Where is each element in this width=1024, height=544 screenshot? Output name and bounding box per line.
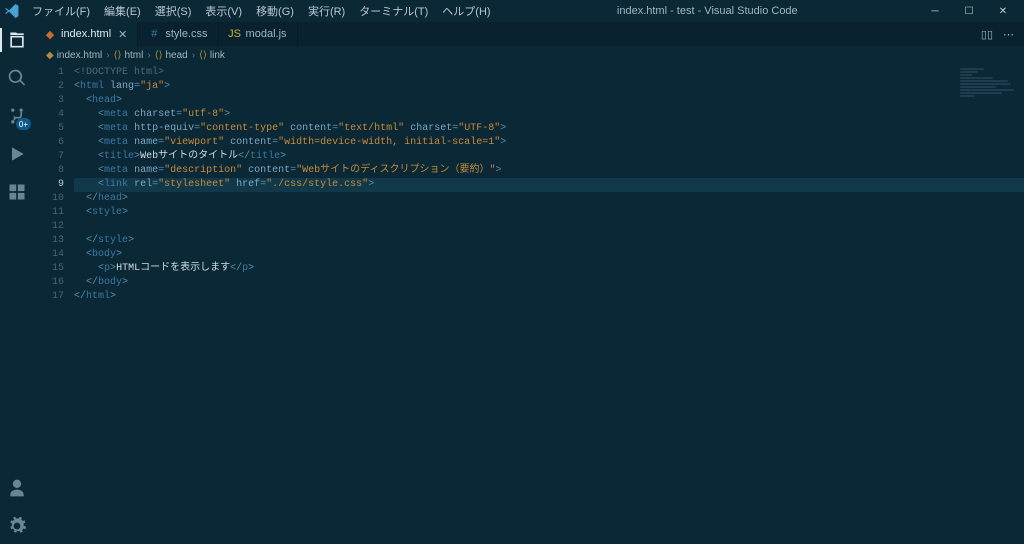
line-number: 16 (34, 276, 64, 290)
tag-icon: ⟨⟩ (155, 50, 163, 61)
tab-modal-js[interactable]: JS modal.js (219, 22, 298, 46)
code-line[interactable]: <title>Webサイトのタイトル</title> (74, 150, 1024, 164)
tab-label: modal.js (246, 28, 287, 40)
run-debug-icon[interactable] (5, 142, 29, 166)
minimize-button[interactable]: ─ (918, 0, 952, 22)
line-number: 15 (34, 262, 64, 276)
split-editor-icon[interactable]: ▯▯ (981, 28, 993, 41)
code-line[interactable]: <p>HTMLコードを表示します</p> (74, 262, 1024, 276)
line-number: 11 (34, 206, 64, 220)
tab-style-css[interactable]: # style.css (138, 22, 218, 46)
code-line[interactable]: <html lang="ja"> (74, 80, 1024, 94)
line-number: 9 (34, 178, 64, 192)
code-line[interactable]: </head> (74, 192, 1024, 206)
more-actions-icon[interactable]: ⋯ (1003, 28, 1014, 41)
html-file-icon: ◆ (44, 28, 56, 40)
search-icon[interactable] (5, 66, 29, 90)
tab-label: index.html (61, 28, 111, 40)
code-line[interactable]: <!DOCTYPE html> (74, 66, 1024, 80)
code-line[interactable]: <meta charset="utf-8"> (74, 108, 1024, 122)
code-line[interactable]: <meta http-equiv="content-type" content=… (74, 122, 1024, 136)
chevron-right-icon: › (192, 50, 195, 61)
editor-group: ◆ index.html ✕ # style.css JS modal.js ▯… (34, 22, 1024, 544)
line-number: 1 (34, 66, 64, 80)
tag-icon: ⟨⟩ (114, 50, 122, 61)
source-control-icon[interactable]: 0+ (5, 104, 29, 128)
vscode-logo-icon (4, 3, 20, 19)
close-tab-icon[interactable]: ✕ (118, 28, 127, 41)
chevron-right-icon: › (147, 50, 150, 61)
line-number: 14 (34, 248, 64, 262)
code-line[interactable] (74, 220, 1024, 234)
chevron-right-icon: › (106, 50, 109, 61)
line-number: 3 (34, 94, 64, 108)
code-line[interactable]: <style> (74, 206, 1024, 220)
tab-bar: ◆ index.html ✕ # style.css JS modal.js ▯… (34, 22, 1024, 46)
code-line[interactable]: <head> (74, 94, 1024, 108)
tab-index-html[interactable]: ◆ index.html ✕ (34, 22, 138, 46)
crumb-link[interactable]: ⟨⟩ link (199, 50, 225, 61)
code-lines[interactable]: <!DOCTYPE html><html lang="ja"> <head> <… (74, 64, 1024, 544)
js-file-icon: JS (229, 28, 241, 40)
crumb-html[interactable]: ⟨⟩ html (114, 50, 144, 61)
code-line[interactable]: <body> (74, 248, 1024, 262)
window-title: index.html - test - Visual Studio Code (497, 5, 918, 17)
menu-run[interactable]: 実行(R) (302, 1, 351, 21)
code-line[interactable]: <meta name="description" content="Webサイト… (74, 164, 1024, 178)
code-line[interactable]: </html> (74, 290, 1024, 304)
accounts-icon[interactable] (5, 476, 29, 500)
explorer-icon[interactable] (5, 28, 29, 52)
line-number-gutter: 1234567891011121314151617 (34, 64, 74, 544)
gear-icon[interactable] (5, 514, 29, 538)
menu-bar: ファイル(F) 編集(E) 選択(S) 表示(V) 移動(G) 実行(R) ター… (26, 1, 497, 21)
code-line[interactable]: </body> (74, 276, 1024, 290)
window-controls: ─ ☐ ✕ (918, 0, 1020, 22)
tab-actions: ▯▯ ⋯ (971, 22, 1024, 46)
menu-selection[interactable]: 選択(S) (149, 1, 198, 21)
scm-badge: 0+ (16, 118, 31, 130)
crumb-file[interactable]: ◆ index.html (46, 50, 102, 61)
menu-go[interactable]: 移動(G) (250, 1, 300, 21)
code-line[interactable]: <link rel="stylesheet" href="./css/style… (74, 178, 1024, 192)
title-bar: ファイル(F) 編集(E) 選択(S) 表示(V) 移動(G) 実行(R) ター… (0, 0, 1024, 22)
menu-terminal[interactable]: ターミナル(T) (353, 1, 434, 21)
html-file-icon: ◆ (46, 50, 54, 61)
menu-file[interactable]: ファイル(F) (26, 1, 96, 21)
line-number: 7 (34, 150, 64, 164)
menu-help[interactable]: ヘルプ(H) (436, 1, 496, 21)
code-line[interactable]: </style> (74, 234, 1024, 248)
line-number: 8 (34, 164, 64, 178)
code-line[interactable]: <meta name="viewport" content="width=dev… (74, 136, 1024, 150)
extensions-icon[interactable] (5, 180, 29, 204)
menu-view[interactable]: 表示(V) (199, 1, 248, 21)
line-number: 10 (34, 192, 64, 206)
line-number: 13 (34, 234, 64, 248)
code-editor[interactable]: 1234567891011121314151617 <!DOCTYPE html… (34, 64, 1024, 544)
line-number: 12 (34, 220, 64, 234)
line-number: 5 (34, 122, 64, 136)
line-number: 6 (34, 136, 64, 150)
css-file-icon: # (148, 28, 160, 40)
line-number: 4 (34, 108, 64, 122)
close-window-button[interactable]: ✕ (986, 0, 1020, 22)
tag-icon: ⟨⟩ (199, 50, 207, 61)
crumb-head[interactable]: ⟨⟩ head (155, 50, 188, 61)
line-number: 2 (34, 80, 64, 94)
line-number: 17 (34, 290, 64, 304)
breadcrumbs[interactable]: ◆ index.html › ⟨⟩ html › ⟨⟩ head › ⟨⟩ li… (34, 46, 1024, 64)
menu-edit[interactable]: 編集(E) (98, 1, 147, 21)
tab-label: style.css (165, 28, 207, 40)
maximize-button[interactable]: ☐ (952, 0, 986, 22)
activity-bar: 0+ (0, 22, 34, 544)
